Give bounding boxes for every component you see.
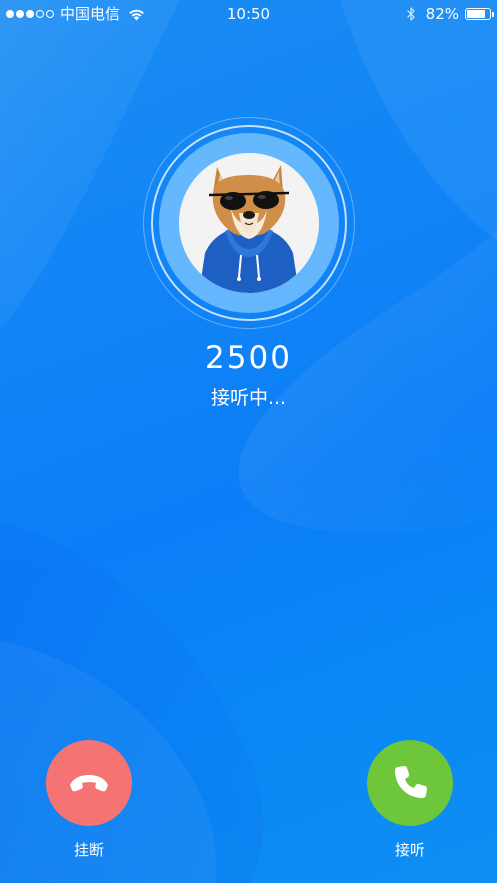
battery-nub <box>492 12 494 17</box>
avatar <box>179 153 319 293</box>
battery-icon <box>465 8 494 20</box>
answer-call-button[interactable] <box>367 740 453 826</box>
answer-label: 接听 <box>394 841 425 859</box>
battery-fill <box>467 10 486 18</box>
status-right: 82% <box>406 0 494 28</box>
hang-up-icon <box>70 775 108 792</box>
bluetooth-icon <box>406 7 415 21</box>
incoming-call-screen: 中国电信 10:50 82% 2500 接听中... 挂断 接听 <box>0 0 497 883</box>
battery-percent: 82% <box>425 5 459 23</box>
caller-number: 2500 <box>205 340 292 376</box>
caller-avatar-frame <box>143 117 355 329</box>
call-status: 接听中... <box>210 387 287 409</box>
decline-label: 挂断 <box>73 841 104 859</box>
status-bar: 中国电信 10:50 82% <box>0 0 497 28</box>
decline-call-button[interactable] <box>46 740 132 826</box>
phone-icon <box>395 765 428 798</box>
dog-avatar-image <box>179 153 319 293</box>
